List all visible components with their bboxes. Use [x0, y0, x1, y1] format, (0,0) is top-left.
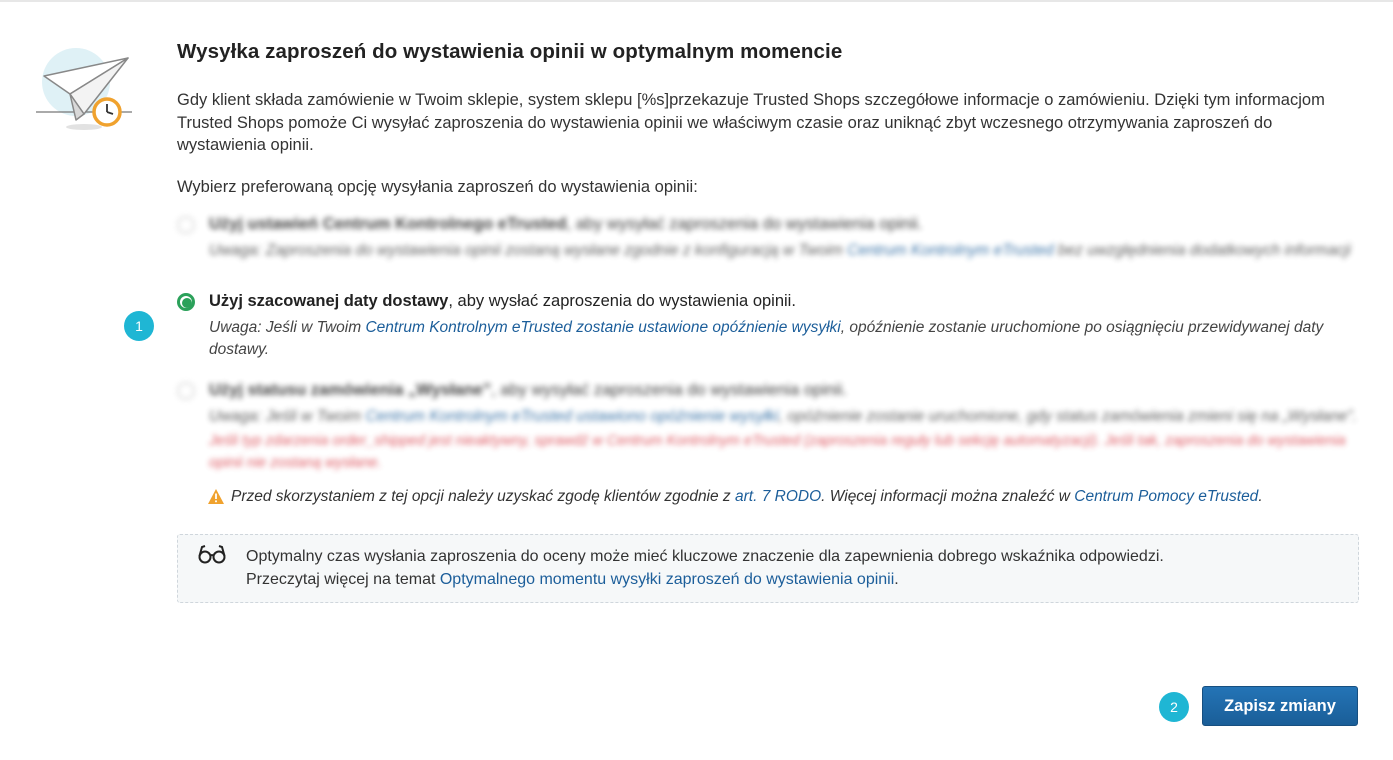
consent-warning: Przed skorzystaniem z tej opcji należy u…: [177, 488, 1359, 506]
help-center-link[interactable]: Centrum Pomocy eTrusted: [1074, 488, 1258, 505]
main-content: Wysyłka zaproszeń do wystawienia opinii …: [177, 40, 1359, 603]
option-control-center[interactable]: Użyj ustawień Centrum Kontrolnego eTrust…: [177, 215, 1359, 262]
warning-icon: [208, 488, 224, 504]
info-line-2: Przeczytaj więcej na temat Optymalnego m…: [246, 570, 899, 588]
info-line-1: Optymalny czas wysłania zaproszenia do o…: [246, 547, 1164, 565]
radio-estimated-delivery[interactable]: [177, 292, 195, 311]
glasses-icon: [198, 544, 226, 563]
top-divider: [0, 0, 1393, 2]
info-box: Optymalny czas wysłania zaproszenia do o…: [177, 533, 1359, 603]
option-prompt: Wybierz preferowaną opcję wysyłania zapr…: [177, 177, 698, 196]
save-button[interactable]: Zapisz zmiany: [1202, 686, 1358, 726]
option-title: Użyj statusu zamówienia „Wysłane”, aby w…: [209, 380, 847, 399]
option-title: Użyj ustawień Centrum Kontrolnego eTrust…: [209, 214, 923, 233]
page-title: Wysyłka zaproszeń do wystawienia opinii …: [177, 40, 843, 63]
radio-control-center[interactable]: [177, 215, 195, 234]
option-note: Uwaga: Zaproszenia do wystawienia opinii…: [209, 241, 1351, 259]
optimal-timing-link[interactable]: Optymalnego momentu wysyłki zaproszeń do…: [440, 571, 894, 588]
intro-text: Gdy klient składa zamówienie w Twoim skl…: [177, 91, 1325, 154]
shipping-delay-link-2[interactable]: Centrum Kontrolnym eTrusted ustawiono op…: [365, 408, 778, 425]
option-note: Uwaga: Jeśli w Twoim Centrum Kontrolnym …: [209, 318, 1324, 358]
step-badge-2: 2: [1159, 692, 1189, 722]
option-title: Użyj szacowanej daty dostawy, aby wysłać…: [209, 291, 796, 310]
step-badge-1: 1: [124, 311, 154, 341]
option-estimated-delivery[interactable]: Użyj szacowanej daty dostawy, aby wysłać…: [177, 292, 1359, 361]
radio-order-shipped[interactable]: [177, 381, 195, 400]
option-note: Uwaga: Jeśli w Twoim Centrum Kontrolnym …: [209, 407, 1357, 425]
paper-plane-clock-illustration: [36, 48, 132, 130]
option-error-note: Jeśli typ zdarzenia order_shipped jest n…: [209, 432, 1346, 471]
control-center-link[interactable]: Centrum Kontrolnym eTrusted: [847, 242, 1053, 259]
option-order-shipped[interactable]: Użyj statusu zamówienia „Wysłane”, aby w…: [177, 381, 1359, 474]
shipping-delay-link[interactable]: Centrum Kontrolnym eTrusted zostanie ust…: [365, 319, 840, 336]
rodo-link[interactable]: art. 7 RODO: [735, 488, 821, 505]
